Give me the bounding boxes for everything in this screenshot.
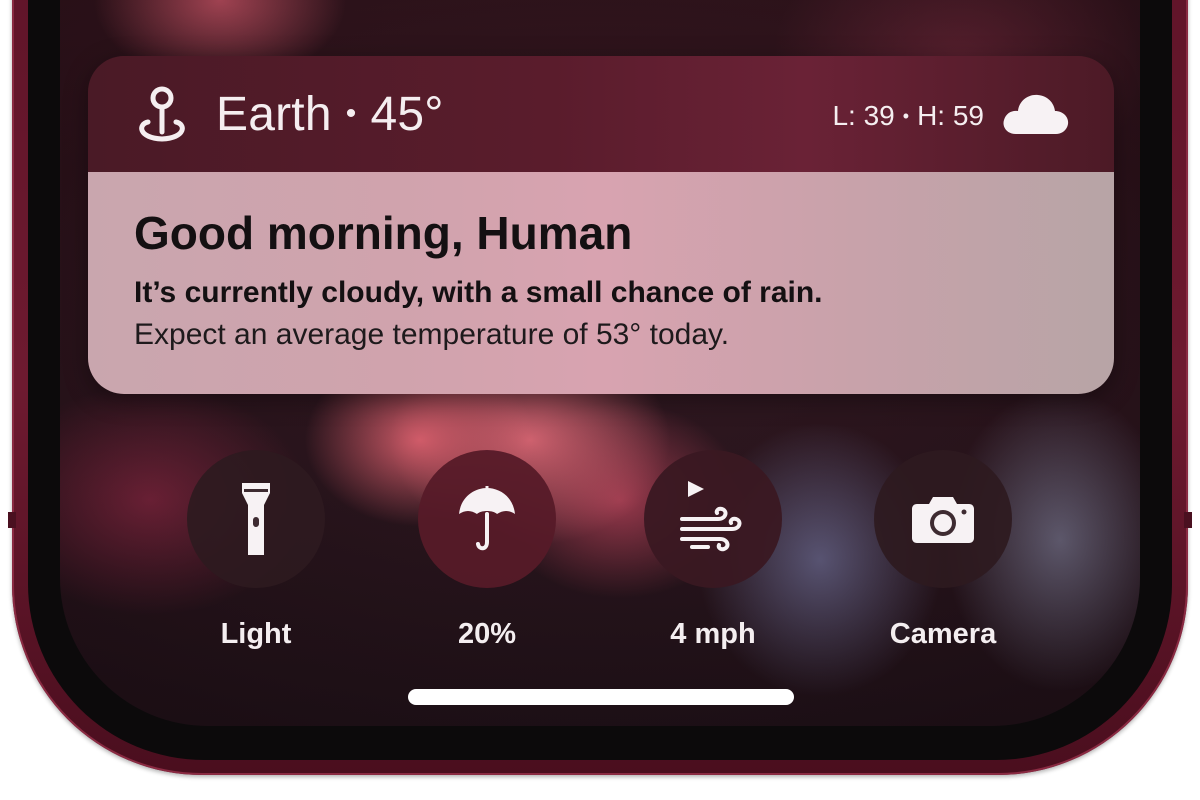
low-temperature: L: 39: [832, 100, 895, 131]
location-temperature: Earth • 45°: [216, 84, 444, 144]
separator: •: [902, 105, 910, 126]
lock-screen: Earth • 45° L: 39 • H: 59 Good morning, …: [0, 0, 1200, 800]
flashlight-label: Light: [220, 618, 292, 650]
weather-forecast: Expect an average temperature of 53° tod…: [134, 318, 730, 351]
camera-button[interactable]: Camera: [828, 450, 1058, 660]
widget-header: Earth • 45° L: 39 • H: 59: [88, 56, 1114, 172]
weather-summary: It’s currently cloudy, with a small chan…: [134, 276, 823, 309]
greeting-title: Good morning, Human: [134, 207, 633, 259]
current-temperature: 45°: [370, 87, 444, 141]
high-temperature: H: 59: [917, 100, 984, 131]
location-pin-icon: [139, 86, 185, 142]
home-indicator[interactable]: [408, 689, 794, 705]
flashlight-circle[interactable]: [187, 450, 325, 588]
side-button: [1184, 512, 1192, 528]
weather-widget[interactable]: Earth • 45° L: 39 • H: 59 Good morning, …: [88, 56, 1114, 394]
low-high: L: 39 • H: 59: [832, 96, 984, 136]
camera-circle[interactable]: [874, 450, 1012, 588]
wind-speed-label: 4 mph: [670, 618, 756, 650]
wind-circle[interactable]: [644, 450, 782, 588]
rain-chance-button[interactable]: 20%: [372, 450, 602, 660]
camera-icon: [912, 497, 974, 543]
side-button: [8, 512, 16, 528]
wind-icon: [680, 481, 742, 552]
cloud-icon: [1003, 94, 1069, 134]
rain-chance-circle[interactable]: [418, 450, 556, 588]
location-name: Earth: [216, 87, 332, 141]
wind-button[interactable]: 4 mph: [598, 450, 828, 660]
camera-label: Camera: [889, 618, 997, 650]
flashlight-button[interactable]: Light: [141, 450, 371, 660]
flashlight-icon: [242, 483, 270, 555]
separator: •: [345, 97, 357, 130]
rain-chance-label: 20%: [457, 618, 517, 650]
umbrella-icon: [459, 486, 515, 551]
